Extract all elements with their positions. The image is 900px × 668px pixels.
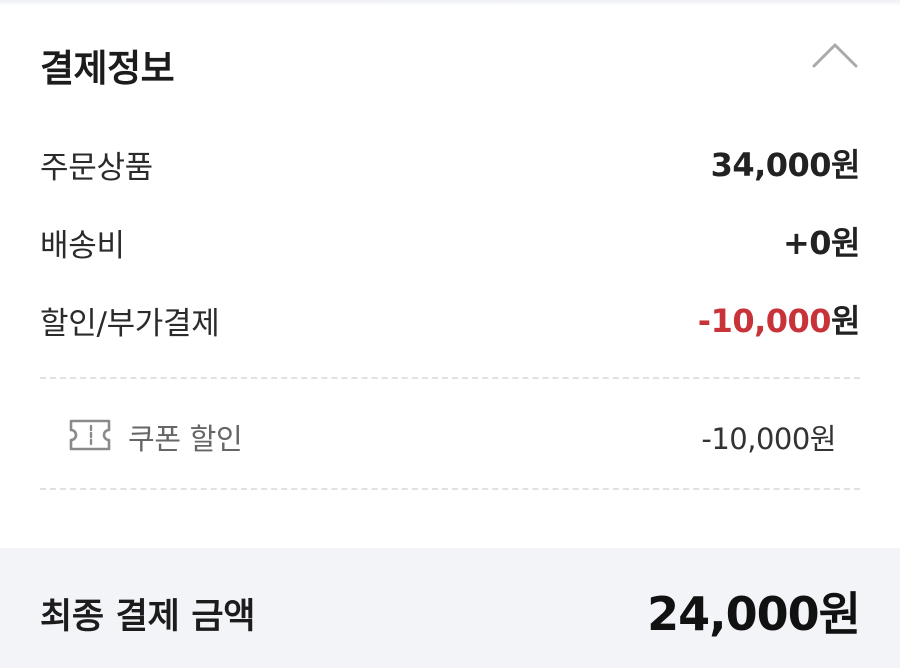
discount-amount: -10,000 [697,302,832,340]
coupon-discount-row: 쿠폰 할인 -10,000원 [68,412,836,458]
dashed-divider [40,377,860,379]
top-edge-shadow [0,0,900,6]
summary-label: 할인/부가결제 [40,306,220,342]
chevron-up-icon [812,43,858,68]
summary-row-discount: 할인/부가결제 -10,000원 [40,294,860,344]
summary-amount: 34,000원 [710,146,861,184]
coupon-ticket-icon [68,418,112,452]
dashed-divider [40,488,860,490]
coupon-discount-value: -10,000원 [701,422,836,456]
summary-amount: -10,000원 [697,302,861,340]
collapse-button[interactable] [810,36,860,76]
summary-row-order-items: 주문상품 34,000원 [40,138,860,188]
final-payment-label: 최종 결제 금액 [40,597,256,637]
coupon-discount-label: 쿠폰 할인 [128,422,243,456]
summary-amount: +0원 [782,224,861,262]
final-payment-bar: 최종 결제 금액 24,000원 [0,548,900,668]
payment-info-header[interactable]: 결제정보 [40,28,860,92]
summary-label: 주문상품 [40,150,153,186]
summary-row-shipping: 배송비 +0원 [40,216,860,266]
summary-label: 배송비 [40,228,125,264]
final-payment-amount: 24,000원 [647,587,861,641]
page-title: 결제정보 [40,47,175,90]
